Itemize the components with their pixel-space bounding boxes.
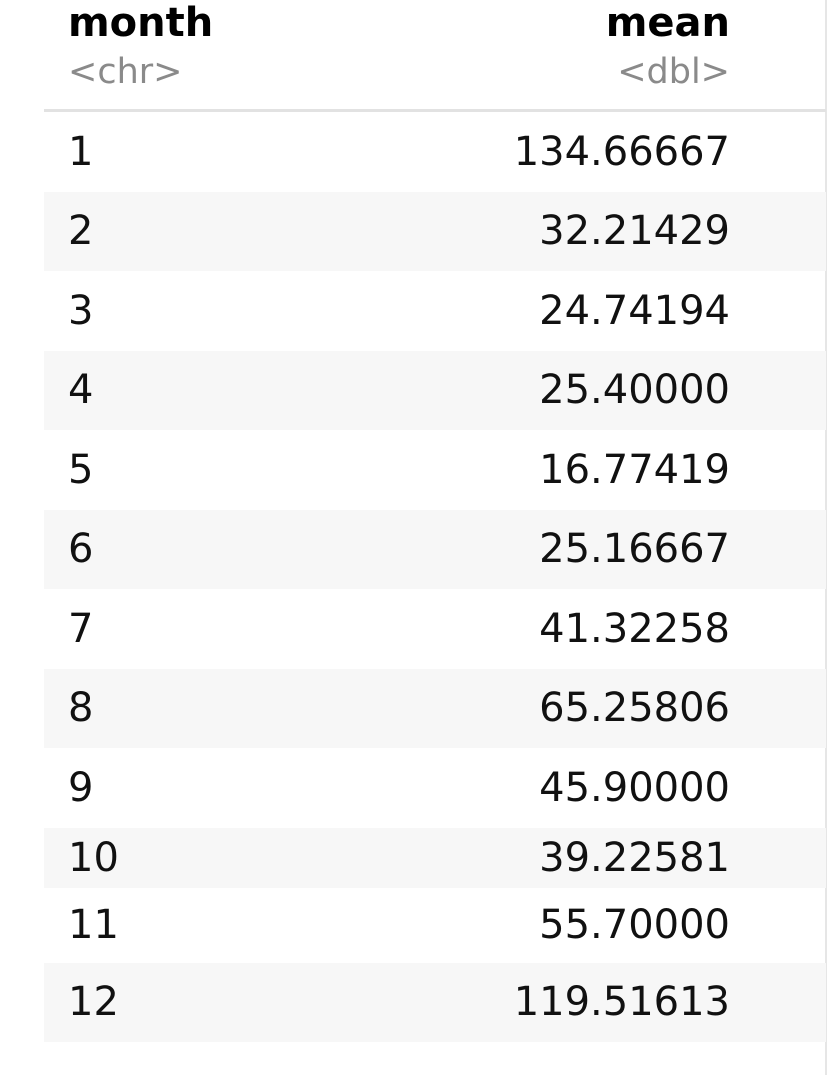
table-row: 11 55.70000 (44, 888, 826, 963)
mean-cell: 65.25806 (539, 685, 730, 732)
mean-cell: 41.32258 (539, 605, 730, 652)
month-cell: 3 (68, 287, 94, 334)
table-row: 5 16.77419 (44, 430, 826, 510)
table-row: 8 65.25806 (44, 668, 826, 748)
table-header: month <chr> mean <dbl> (44, 0, 826, 112)
month-cell: 4 (68, 367, 94, 414)
month-cell: 2 (68, 208, 94, 255)
mean-cell: 32.21429 (539, 208, 730, 255)
month-cell: 7 (68, 605, 94, 652)
table-row: 9 45.90000 (44, 748, 826, 828)
column-header-mean[interactable]: mean (606, 0, 730, 46)
mean-cell: 25.40000 (539, 367, 730, 414)
data-table: month <chr> mean <dbl> 1 134.66667 2 32.… (44, 0, 826, 1042)
mean-cell: 24.74194 (539, 287, 730, 334)
mean-cell: 45.90000 (539, 764, 730, 811)
month-cell: 1 (68, 128, 94, 175)
table-row: 4 25.40000 (44, 350, 826, 430)
month-cell: 5 (68, 446, 94, 493)
table-row: 2 32.21429 (44, 191, 826, 271)
month-cell: 9 (68, 764, 94, 811)
month-cell: 10 (68, 834, 119, 881)
month-cell: 11 (68, 902, 119, 948)
table-row: 7 41.32258 (44, 589, 826, 669)
table-row: 3 24.74194 (44, 271, 826, 351)
month-cell: 6 (68, 526, 94, 573)
column-type-mean: <dbl> (617, 52, 730, 92)
month-cell: 12 (68, 979, 119, 1026)
mean-cell: 39.22581 (539, 834, 730, 881)
table-row: 6 25.16667 (44, 509, 826, 589)
mean-cell: 134.66667 (513, 128, 730, 175)
table-row: 12 119.51613 (44, 962, 826, 1042)
column-header-month[interactable]: month (68, 0, 213, 46)
month-cell: 8 (68, 685, 94, 732)
mean-cell: 16.77419 (539, 446, 730, 493)
mean-cell: 55.70000 (539, 902, 730, 948)
table-row: 1 134.66667 (44, 112, 826, 192)
mean-cell: 25.16667 (539, 526, 730, 573)
column-type-month: <chr> (68, 52, 183, 92)
mean-cell: 119.51613 (513, 979, 730, 1026)
table-row: 10 39.22581 (44, 827, 826, 888)
